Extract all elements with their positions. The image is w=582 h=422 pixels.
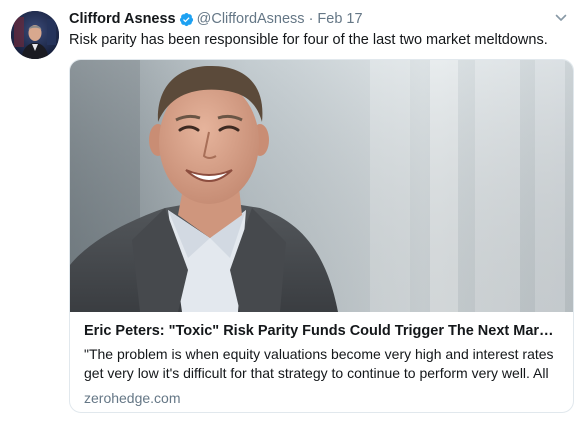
card-title[interactable]: Eric Peters: "Toxic" Risk Parity Funds C… <box>84 322 559 341</box>
link-card[interactable]: Eric Peters: "Toxic" Risk Parity Funds C… <box>69 59 574 413</box>
tweet: Clifford Asness @CliffordAsness · Feb 17… <box>0 0 582 422</box>
tweet-date[interactable]: Feb 17 <box>317 11 362 27</box>
author-name[interactable]: Clifford Asness <box>69 11 176 27</box>
card-description: "The problem is when equity valuations b… <box>84 346 554 381</box>
card-image <box>70 60 573 312</box>
verified-badge-icon <box>179 12 194 27</box>
card-photo <box>70 60 573 312</box>
separator-dot: · <box>308 11 314 27</box>
card-body: Eric Peters: "Toxic" Risk Parity Funds C… <box>70 312 573 407</box>
card-domain: zerohedge.com <box>84 390 181 406</box>
tweet-header: Clifford Asness @CliffordAsness · Feb 17 <box>69 9 568 29</box>
author-handle[interactable]: @CliffordAsness <box>197 11 305 27</box>
avatar[interactable] <box>11 11 59 59</box>
chevron-down-icon[interactable] <box>554 11 568 25</box>
tweet-text: Risk parity has been responsible for fou… <box>69 32 548 48</box>
avatar-image <box>11 11 59 59</box>
